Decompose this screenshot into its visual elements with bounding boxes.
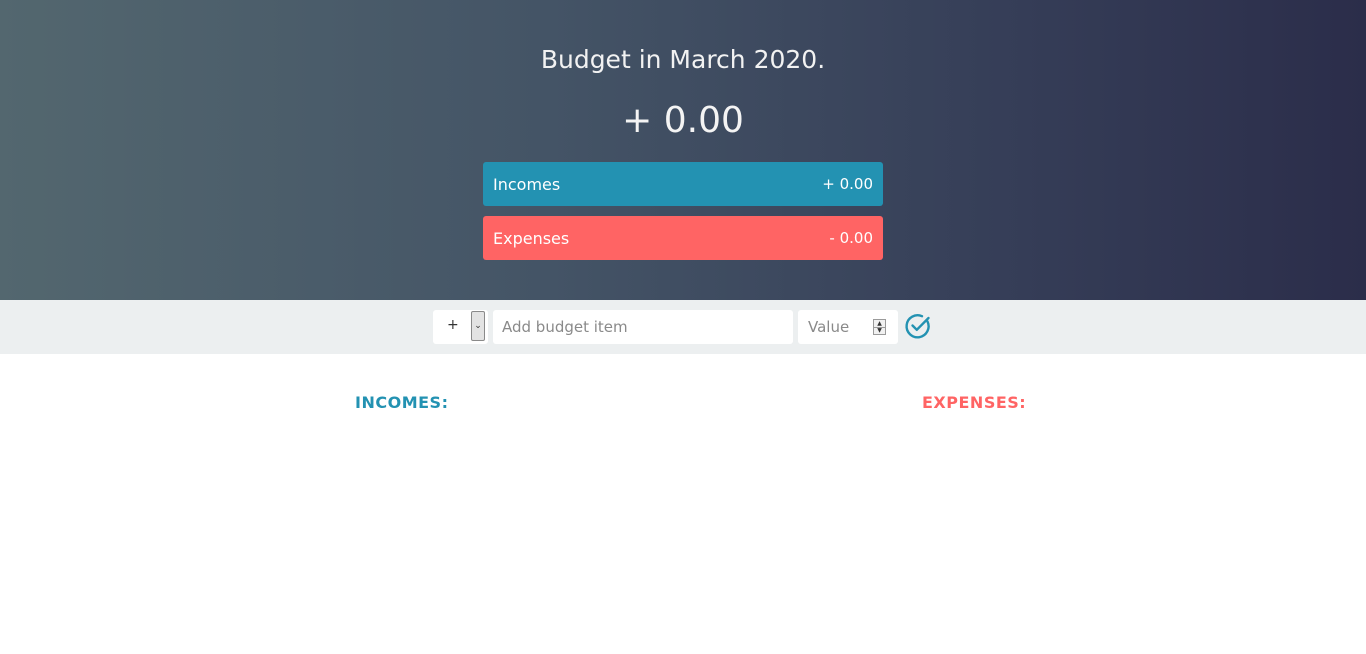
chevron-down-icon[interactable]: ⌄ [471, 311, 485, 341]
expense-summary-value: - 0.00 [829, 229, 873, 247]
check-circle-icon[interactable] [904, 312, 932, 340]
income-summary: Incomes + 0.00 [483, 162, 883, 206]
incomes-list-title: INCOMES: [355, 393, 449, 412]
budget-header: Budget in March 2020. + 0.00 Incomes + 0… [0, 0, 1366, 300]
expense-summary: Expenses - 0.00 [483, 216, 883, 260]
value-field[interactable]: ▲ ▼ [798, 310, 898, 344]
value-stepper[interactable]: ▲ ▼ [873, 319, 886, 335]
income-summary-label: Incomes [493, 174, 561, 194]
budget-total: + 0.00 [622, 100, 744, 141]
type-select-value: + [447, 317, 459, 333]
expenses-list-title: EXPENSES: [922, 393, 1027, 412]
type-select[interactable]: + ⌄ [433, 310, 488, 344]
income-summary-value: + 0.00 [822, 175, 873, 193]
value-input[interactable] [798, 310, 870, 344]
budget-title: Budget in March 2020. [540, 45, 826, 74]
expense-summary-label: Expenses [493, 228, 570, 248]
description-input[interactable] [493, 310, 793, 344]
add-item-bar: + ⌄ ▲ ▼ [0, 300, 1366, 354]
stepper-down-icon[interactable]: ▼ [874, 327, 885, 334]
